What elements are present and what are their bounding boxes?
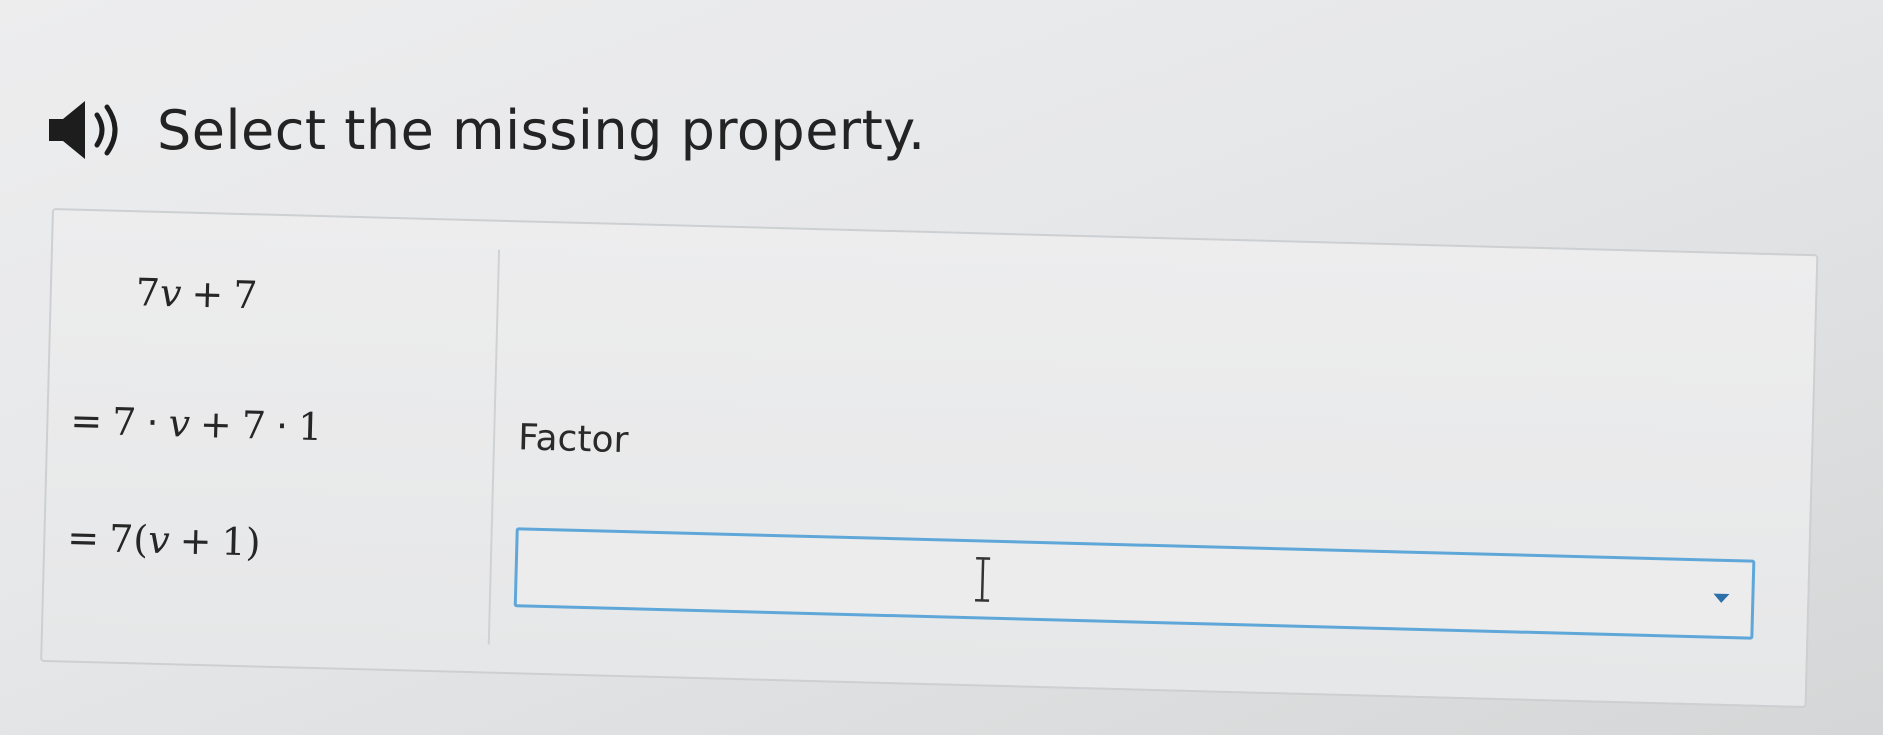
speaker-icon[interactable] [45, 95, 135, 165]
text-cursor-icon [975, 557, 991, 602]
missing-property-select[interactable] [513, 527, 1756, 640]
prompt-row: Select the missing property. [45, 85, 926, 175]
column-divider [487, 249, 501, 645]
prompt-text: Select the missing property. [157, 98, 926, 162]
step-expression-2: = 7 · v +7 · 1 [69, 398, 323, 450]
chevron-down-icon[interactable] [1713, 593, 1730, 604]
step-reason-factor: Factor [517, 417, 629, 462]
step-expression-1: 7v +7 [135, 270, 259, 318]
proof-table: 7v +7 = 7 · v +7 · 1 Factor = 7(v +1) [40, 208, 1819, 709]
step-expression-3: = 7(v +1) [66, 515, 262, 565]
